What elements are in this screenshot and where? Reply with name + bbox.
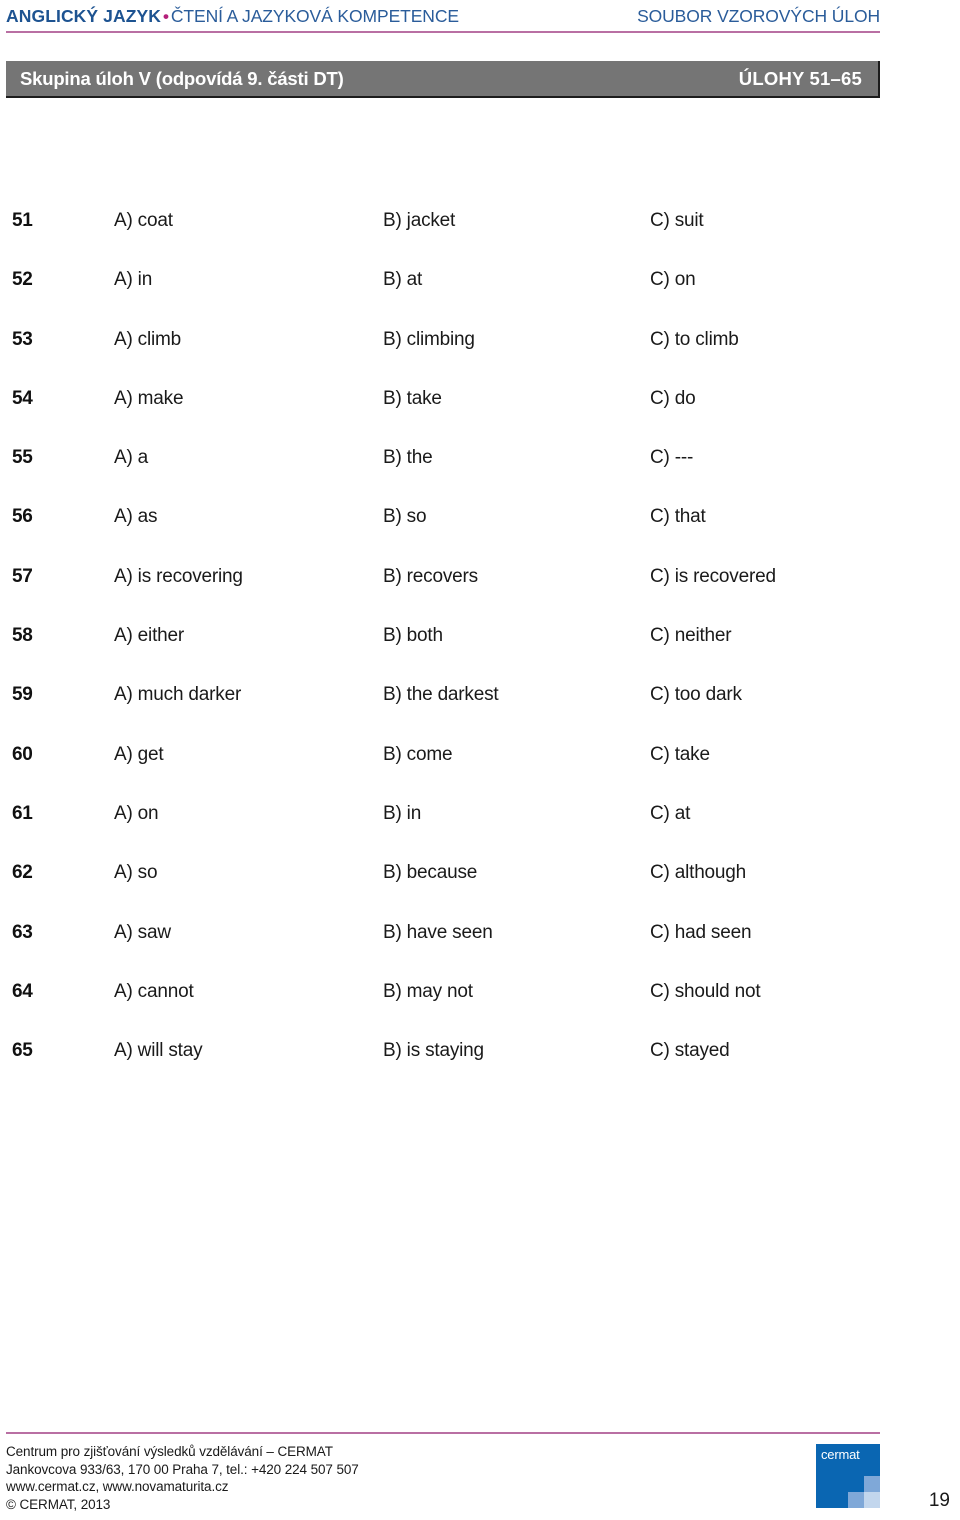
- logo-square-bottom-right-icon: [864, 1492, 880, 1508]
- question-row: 55 A) a B) the C) ---: [0, 447, 960, 506]
- question-option-c[interactable]: C) should not: [650, 981, 761, 1003]
- question-number: 51: [12, 210, 33, 231]
- header-document-type: SOUBOR VZOROVÝCH ÚLOH: [637, 6, 880, 26]
- question-number: 55: [12, 447, 33, 469]
- question-option-b[interactable]: B) jacket: [383, 210, 455, 232]
- question-option-c[interactable]: C) on: [650, 269, 696, 291]
- footer-line-copyright: © CERMAT, 2013: [6, 1496, 111, 1512]
- cermat-logo-text: cermat: [821, 1447, 860, 1462]
- question-option-b[interactable]: B) climbing: [383, 329, 475, 351]
- question-option-a[interactable]: A) cannot: [114, 981, 194, 1003]
- question-option-a[interactable]: A) get: [114, 744, 164, 766]
- question-option-c[interactable]: C) ---: [650, 447, 693, 469]
- question-option-a[interactable]: A) will stay: [114, 1040, 203, 1062]
- header-title-left: ANGLICKÝ JAZYK • ČTENÍ A JAZYKOVÁ KOMPETEN…: [6, 6, 459, 27]
- question-number: 57: [12, 565, 33, 587]
- task-group-range: ÚLOHY 51–65: [738, 68, 862, 89]
- footer-contact-block: Centrum pro zjišťování výsledků vzdělává…: [6, 1443, 359, 1513]
- question-number: 65: [12, 1040, 33, 1062]
- question-row: 53 A) climb B) climbing C) to climb: [0, 329, 960, 388]
- footer-line-address: Jankovcova 933/63, 170 00 Praha 7, tel.:…: [6, 1461, 359, 1477]
- question-number: 58: [12, 625, 33, 647]
- question-number: 64: [12, 980, 33, 1002]
- question-option-b[interactable]: B) in: [383, 803, 421, 825]
- question-option-a[interactable]: A) climb: [114, 329, 181, 351]
- question-option-b[interactable]: B) the: [383, 447, 433, 469]
- question-row: 63 A) saw B) have seen C) had seen: [0, 922, 960, 981]
- question-number: 54: [12, 387, 33, 409]
- question-option-a[interactable]: A) in: [114, 269, 152, 291]
- logo-square-mid-icon: [864, 1476, 880, 1492]
- question-option-c[interactable]: C) take: [650, 744, 710, 766]
- question-option-b[interactable]: B) so: [383, 506, 427, 528]
- question-option-a[interactable]: A) make: [114, 388, 184, 410]
- question-row: 61 A) on B) in C) at: [0, 803, 960, 862]
- question-option-a[interactable]: A) so: [114, 862, 158, 884]
- question-row: 56 A) as B) so C) that: [0, 506, 960, 565]
- question-option-a[interactable]: A) as: [114, 506, 158, 528]
- question-option-b[interactable]: B) at: [383, 269, 422, 291]
- header-divider: [6, 31, 880, 33]
- question-option-b[interactable]: B) recovers: [383, 566, 478, 588]
- question-option-c[interactable]: C) suit: [650, 210, 704, 232]
- question-option-b[interactable]: B) may not: [383, 981, 473, 1003]
- header-section: ČTENÍ A JAZYKOVÁ KOMPETENCE: [170, 6, 459, 26]
- question-option-c[interactable]: C) had seen: [650, 922, 752, 944]
- question-option-c[interactable]: C) is recovered: [650, 566, 776, 588]
- question-option-a[interactable]: A) either: [114, 625, 184, 647]
- question-option-a[interactable]: A) is recovering: [114, 566, 243, 588]
- page-number: 19: [928, 1490, 950, 1511]
- question-option-b[interactable]: B) take: [383, 388, 442, 410]
- question-row: 62 A) so B) because C) although: [0, 862, 960, 921]
- question-option-a[interactable]: A) much darker: [114, 684, 241, 706]
- question-row: 57 A) is recovering B) recovers C) is recov…: [0, 566, 960, 625]
- question-option-b[interactable]: B) both: [383, 625, 443, 647]
- question-option-a[interactable]: A) coat: [114, 210, 173, 232]
- question-list: 51 A) coat B) jacket C) suit 52 A) in B) at C) …: [0, 210, 960, 1099]
- question-option-c[interactable]: C) that: [650, 506, 706, 528]
- question-number: 56: [12, 506, 33, 528]
- question-option-c[interactable]: C) too dark: [650, 684, 742, 706]
- question-row: 64 A) cannot B) may not C) should not: [0, 981, 960, 1040]
- cermat-logo: cermat: [816, 1444, 880, 1508]
- question-option-b[interactable]: B) the darkest: [383, 684, 499, 706]
- question-number: 53: [12, 328, 33, 350]
- footer-line-websites: www.cermat.cz, www.novamaturita.cz: [6, 1479, 229, 1495]
- question-option-b[interactable]: B) is staying: [383, 1040, 484, 1062]
- question-number: 62: [12, 862, 33, 884]
- bullet-separator-icon: •: [163, 7, 169, 26]
- question-number: 63: [12, 921, 33, 943]
- question-option-c[interactable]: C) do: [650, 388, 696, 410]
- task-group-bar: Skupina úloh V (odpovídá 9. části DT) ÚL…: [6, 61, 880, 98]
- question-row: 58 A) either B) both C) neither: [0, 625, 960, 684]
- question-option-a[interactable]: A) on: [114, 803, 159, 825]
- question-row: 59 A) much darker B) the darkest C) too dar…: [0, 684, 960, 743]
- question-option-b[interactable]: B) because: [383, 862, 477, 884]
- question-option-c[interactable]: C) stayed: [650, 1040, 730, 1062]
- question-row: 52 A) in B) at C) on: [0, 269, 960, 328]
- question-row: 54 A) make B) take C) do: [0, 388, 960, 447]
- question-option-b[interactable]: B) have seen: [383, 922, 493, 944]
- question-option-b[interactable]: B) come: [383, 744, 453, 766]
- question-number: 60: [12, 743, 33, 765]
- question-option-c[interactable]: C) neither: [650, 625, 732, 647]
- question-option-c[interactable]: C) at: [650, 803, 690, 825]
- question-number: 59: [12, 684, 33, 706]
- question-option-c[interactable]: C) to climb: [650, 329, 739, 351]
- question-row: 65 A) will stay B) is staying C) stayed: [0, 1040, 960, 1099]
- logo-square-bottom-mid-icon: [848, 1492, 864, 1508]
- question-number: 61: [12, 802, 33, 824]
- header-subject: ANGLICKÝ JAZYK: [6, 6, 162, 26]
- question-option-a[interactable]: A) a: [114, 447, 148, 469]
- question-row: 51 A) coat B) jacket C) suit: [0, 210, 960, 269]
- question-row: 60 A) get B) come C) take: [0, 744, 960, 803]
- footer-divider: [6, 1432, 880, 1434]
- footer-line-organization: Centrum pro zjišťování výsledků vzdělává…: [6, 1444, 333, 1459]
- question-option-c[interactable]: C) although: [650, 862, 746, 884]
- question-number: 52: [12, 269, 33, 291]
- question-option-a[interactable]: A) saw: [114, 922, 171, 944]
- task-group-title: Skupina úloh V (odpovídá 9. části DT): [20, 68, 344, 89]
